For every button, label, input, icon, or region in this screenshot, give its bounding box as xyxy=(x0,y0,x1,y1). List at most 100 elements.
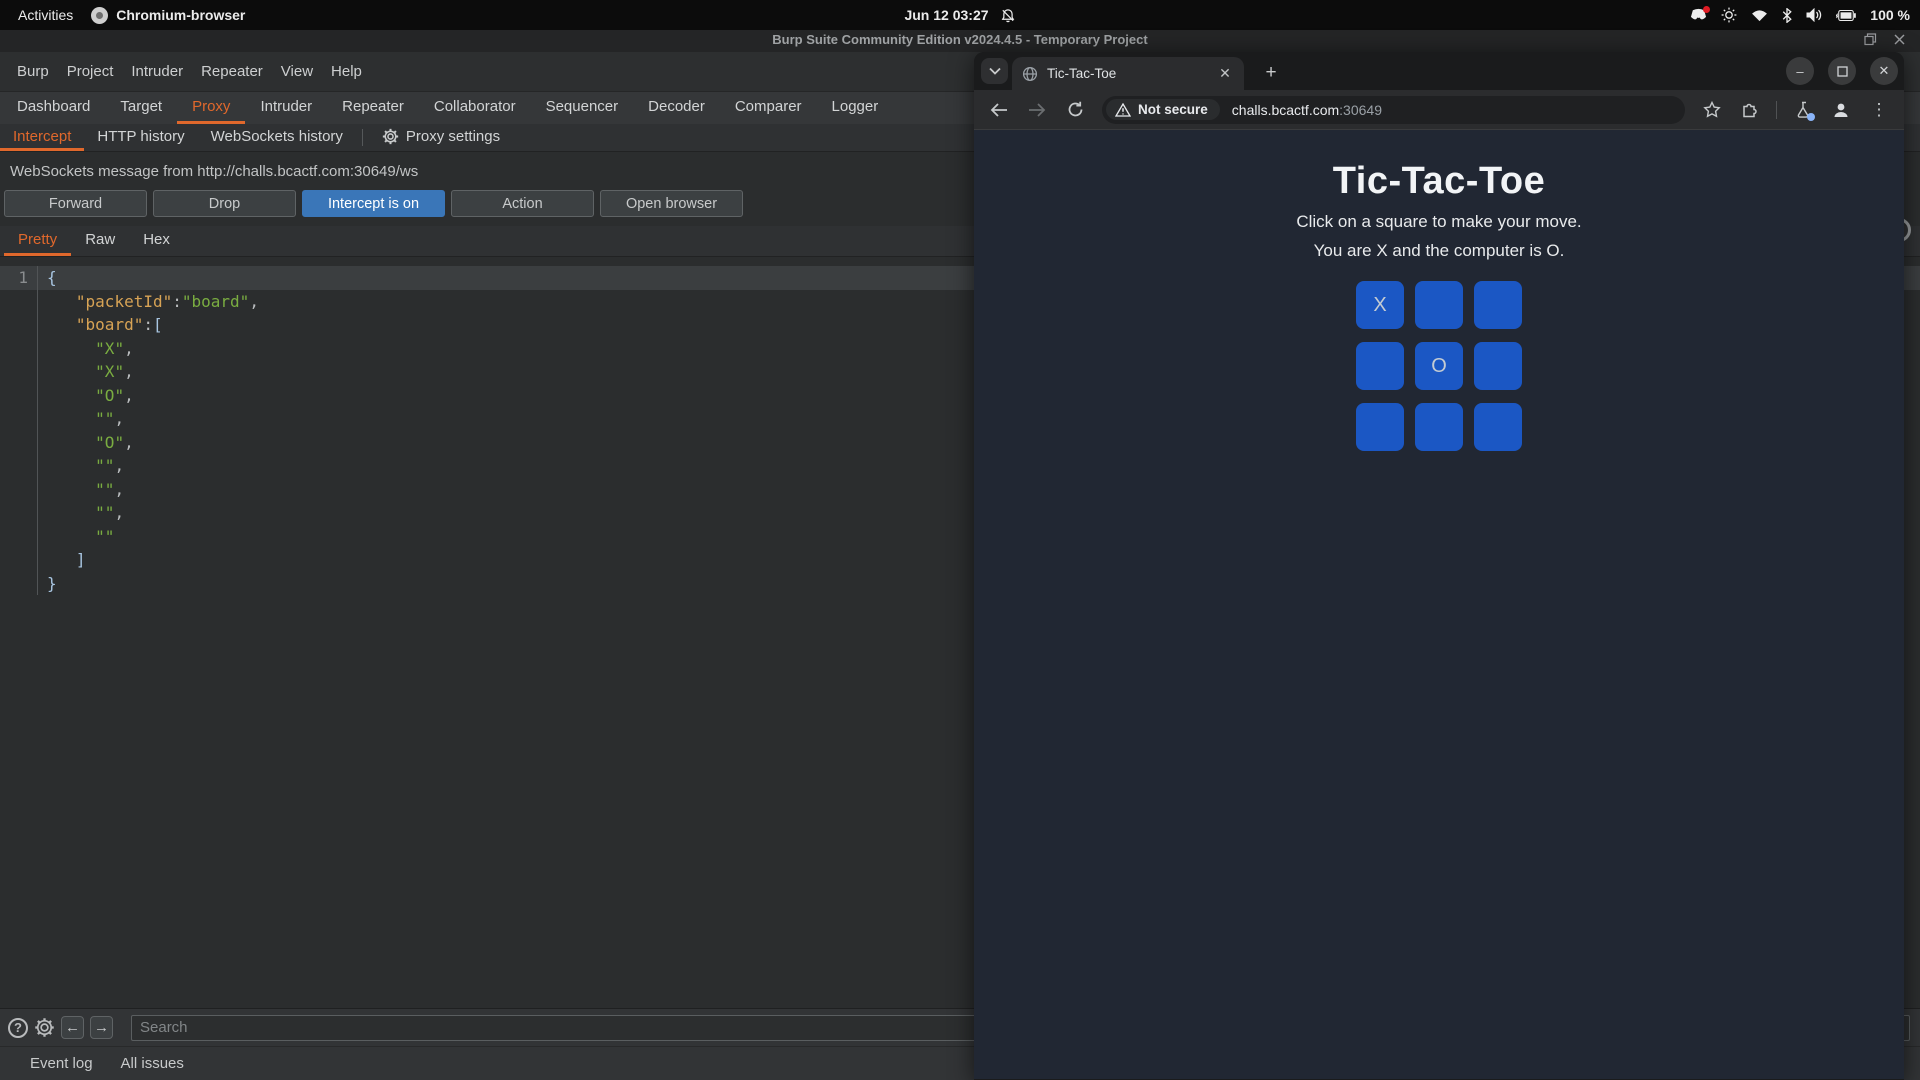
tictactoe-board: XO xyxy=(1356,281,1522,451)
burp-subtab-intercept[interactable]: Intercept xyxy=(0,124,85,151)
board-cell-2[interactable] xyxy=(1474,281,1522,329)
focused-app-menu[interactable]: Chromium-browser xyxy=(91,6,245,24)
board-cell-4[interactable]: O xyxy=(1415,342,1463,390)
subtab-divider xyxy=(361,129,363,146)
experiment-active-dot xyxy=(1807,112,1815,121)
burp-tab-sequencer[interactable]: Sequencer xyxy=(531,92,634,124)
volume-icon xyxy=(1806,8,1822,22)
burp-subtab-proxy-settings[interactable]: Proxy settings xyxy=(369,124,513,151)
line-number xyxy=(0,360,38,384)
line-number xyxy=(0,383,38,407)
burp-menu-intruder[interactable]: Intruder xyxy=(122,59,192,84)
burp-tab-decoder[interactable]: Decoder xyxy=(633,92,720,124)
forward-button-browser[interactable] xyxy=(1022,95,1052,125)
chromium-window: Tic-Tac-Toe ✕ + – ✕ Not secure challs.bc… xyxy=(974,52,1904,1080)
line-number xyxy=(0,501,38,525)
security-label: Not secure xyxy=(1138,102,1208,117)
burp-tab-logger[interactable]: Logger xyxy=(817,92,894,124)
burp-menu-view[interactable]: View xyxy=(272,59,322,84)
burp-tab-collaborator[interactable]: Collaborator xyxy=(419,92,531,124)
browser-menu-kebab-icon[interactable]: ⋮ xyxy=(1864,95,1894,125)
burp-menu-project[interactable]: Project xyxy=(58,59,123,84)
line-number xyxy=(0,571,38,595)
globe-favicon xyxy=(1022,66,1038,82)
drop-button[interactable]: Drop xyxy=(153,190,296,217)
burp-restore-icon[interactable] xyxy=(1864,33,1877,46)
burp-tab-intruder[interactable]: Intruder xyxy=(245,92,327,124)
event-log-link[interactable]: Event log xyxy=(30,1055,93,1072)
close-button[interactable]: ✕ xyxy=(1870,57,1898,85)
burp-menu-burp[interactable]: Burp xyxy=(8,59,58,84)
burp-tab-comparer[interactable]: Comparer xyxy=(720,92,817,124)
clock[interactable]: Jun 12 03:27 xyxy=(904,7,1015,23)
instruction-line-1: Click on a square to make your move. xyxy=(1296,212,1582,231)
burp-tab-repeater[interactable]: Repeater xyxy=(327,92,419,124)
board-cell-8[interactable] xyxy=(1474,403,1522,451)
profile-avatar-icon[interactable] xyxy=(1826,95,1856,125)
bookmark-star-icon[interactable] xyxy=(1697,95,1727,125)
forward-button[interactable]: Forward xyxy=(4,190,147,217)
proxy-settings-gear-icon xyxy=(382,128,399,144)
experiments-flask-icon[interactable] xyxy=(1788,95,1818,125)
wifi-icon xyxy=(1751,9,1768,22)
burp-menu-repeater[interactable]: Repeater xyxy=(192,59,272,84)
brightness-icon xyxy=(1721,7,1737,23)
system-tray[interactable]: 100 % xyxy=(1690,0,1910,30)
burp-window-title: Burp Suite Community Edition v2024.4.5 -… xyxy=(772,32,1148,47)
gnome-top-bar: Activities Chromium-browser Jun 12 03:27 xyxy=(0,0,1920,30)
burp-tab-proxy[interactable]: Proxy xyxy=(177,92,246,124)
help-icon[interactable]: ? xyxy=(8,1017,28,1038)
burp-menu-help[interactable]: Help xyxy=(322,59,371,84)
editor-tab-pretty[interactable]: Pretty xyxy=(4,226,72,256)
board-cell-6[interactable] xyxy=(1356,403,1404,451)
open-browser-button[interactable]: Open browser xyxy=(600,190,743,217)
maximize-button[interactable] xyxy=(1828,57,1856,85)
board-cell-5[interactable] xyxy=(1474,342,1522,390)
line-number xyxy=(0,524,38,548)
tab-close-icon[interactable]: ✕ xyxy=(1216,65,1234,83)
address-bar[interactable]: Not secure challs.bcactf.com:30649 xyxy=(1102,95,1685,124)
websockets-message-header: WebSockets message from http://challs.bc… xyxy=(10,163,419,180)
burp-tab-dashboard[interactable]: Dashboard xyxy=(2,92,105,124)
burp-subtab-http-history[interactable]: HTTP history xyxy=(84,124,197,151)
search-prev-button[interactable]: ← xyxy=(61,1016,84,1039)
tictactoe-page: Tic-Tac-Toe Click on a square to make yo… xyxy=(974,130,1904,1079)
line-number: 1 xyxy=(0,266,38,290)
line-number xyxy=(0,313,38,337)
toolbar-separator xyxy=(1776,100,1777,119)
line-number xyxy=(0,477,38,501)
board-cell-1[interactable] xyxy=(1415,281,1463,329)
minimize-button[interactable]: – xyxy=(1786,57,1814,85)
line-number xyxy=(0,454,38,478)
battery-charging-icon xyxy=(1836,9,1857,22)
url-text: challs.bcactf.com:30649 xyxy=(1231,101,1382,118)
editor-tab-hex[interactable]: Hex xyxy=(129,226,184,256)
line-number xyxy=(0,548,38,572)
not-secure-chip[interactable]: Not secure xyxy=(1106,99,1220,120)
intercept-toggle-button[interactable]: Intercept is on xyxy=(302,190,445,217)
burp-tab-target[interactable]: Target xyxy=(105,92,177,124)
board-cell-0[interactable]: X xyxy=(1356,281,1404,329)
board-cell-7[interactable] xyxy=(1415,403,1463,451)
editor-tab-raw[interactable]: Raw xyxy=(71,226,129,256)
line-number xyxy=(0,430,38,454)
chromium-app-icon xyxy=(91,6,109,24)
reload-button[interactable] xyxy=(1060,95,1090,125)
action-button[interactable]: Action xyxy=(451,190,594,217)
all-issues-link[interactable]: All issues xyxy=(121,1055,184,1072)
activities-button[interactable]: Activities xyxy=(18,7,73,23)
back-button[interactable] xyxy=(984,95,1014,125)
burp-subtab-websockets-history[interactable]: WebSockets history xyxy=(198,124,356,151)
browser-tab[interactable]: Tic-Tac-Toe ✕ xyxy=(1012,57,1244,90)
new-tab-button[interactable]: + xyxy=(1258,60,1284,86)
settings-gear-icon[interactable] xyxy=(34,1017,55,1038)
extensions-icon[interactable] xyxy=(1735,95,1765,125)
burp-close-icon[interactable] xyxy=(1893,33,1906,46)
intercept-button-row: Forward Drop Intercept is on Action Open… xyxy=(4,190,743,217)
tab-search-button[interactable] xyxy=(981,58,1008,84)
page-title: Tic-Tac-Toe xyxy=(1332,160,1546,202)
board-cell-3[interactable] xyxy=(1356,342,1404,390)
burp-titlebar[interactable]: Burp Suite Community Edition v2024.4.5 -… xyxy=(0,30,1920,52)
bluetooth-icon xyxy=(1782,7,1793,23)
search-next-button[interactable]: → xyxy=(90,1016,113,1039)
